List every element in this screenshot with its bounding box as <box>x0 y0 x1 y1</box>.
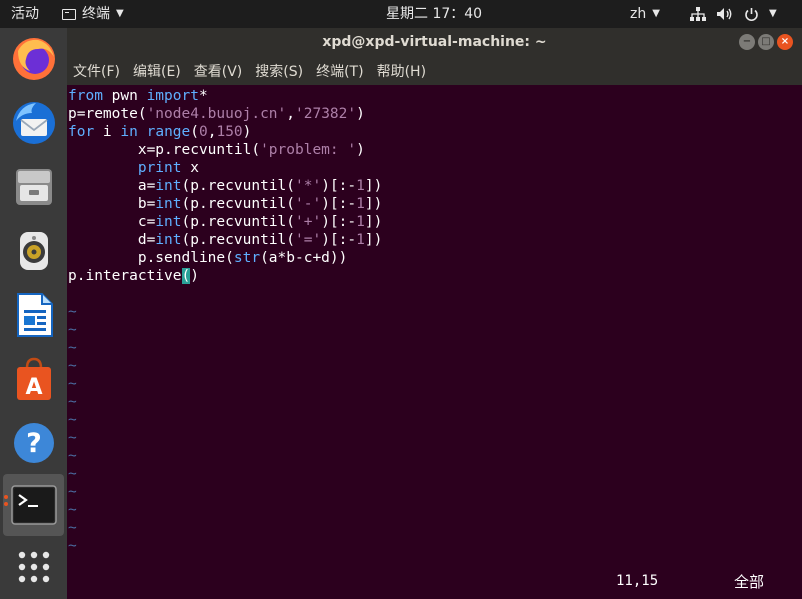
system-tray[interactable]: ▼ <box>690 0 777 28</box>
files-icon <box>15 169 52 205</box>
chevron-down-icon: ▼ <box>769 8 777 19</box>
dock-show-apps[interactable] <box>3 536 64 598</box>
empty-line-marker: ~ <box>68 466 77 482</box>
firefox-icon <box>12 38 55 80</box>
dock-rhythmbox[interactable] <box>3 220 64 282</box>
code-line[interactable]: c=int(p.recvuntil('+')[:-1]) <box>68 213 383 231</box>
svg-text:?: ? <box>26 428 42 459</box>
minimize-button[interactable]: − <box>739 34 755 50</box>
scroll-indicator: 全部 <box>734 573 765 591</box>
running-indicator <box>4 495 8 499</box>
empty-line-marker: ~ <box>68 520 77 536</box>
dock-writer[interactable] <box>3 284 64 346</box>
svg-text:A: A <box>25 375 42 400</box>
menu-edit[interactable]: 编辑(E) <box>133 61 181 81</box>
chevron-down-icon: ▼ <box>116 8 124 19</box>
menu-terminal[interactable]: 终端(T) <box>316 61 363 81</box>
dock-thunderbird[interactable] <box>3 92 64 154</box>
empty-line-marker: ~ <box>68 448 77 464</box>
empty-line-marker: ~ <box>68 322 77 338</box>
code-line[interactable]: for i in range(0,150) <box>68 123 251 141</box>
maximize-button[interactable]: □ <box>758 34 774 50</box>
menu-file[interactable]: 文件(F) <box>73 61 120 81</box>
empty-line-marker: ~ <box>68 484 77 500</box>
volume-icon <box>717 8 732 20</box>
dock-firefox[interactable] <box>3 28 64 90</box>
apps-grid-icon <box>18 551 49 583</box>
menu-bar: 文件(F) 编辑(E) 查看(V) 搜索(S) 终端(T) 帮助(H) <box>67 56 802 85</box>
empty-line-marker: ~ <box>68 394 77 410</box>
network-icon <box>690 7 706 21</box>
code-line[interactable]: d=int(p.recvuntil('=')[:-1]) <box>68 231 383 249</box>
empty-line-marker: ~ <box>68 376 77 392</box>
empty-line-marker: ~ <box>68 430 77 446</box>
cursor-position: 11,15 <box>616 573 659 589</box>
dock-software[interactable]: A <box>3 348 64 410</box>
code-line[interactable]: a=int(p.recvuntil('*')[:-1]) <box>68 177 383 195</box>
empty-line-marker: ~ <box>68 340 77 356</box>
dock-files[interactable] <box>3 156 64 218</box>
empty-line-marker: ~ <box>68 358 77 374</box>
menu-help[interactable]: 帮助(H) <box>377 61 426 81</box>
top-bar: 活动 终端 ▼ 星期二 17：40 zh ▼ ▼ <box>0 0 802 28</box>
app-menu[interactable]: 终端 ▼ <box>62 0 124 28</box>
input-method-menu[interactable]: zh ▼ <box>630 0 660 28</box>
terminal-icon <box>10 485 57 525</box>
menu-view[interactable]: 查看(V) <box>194 61 243 81</box>
empty-line-marker: ~ <box>68 412 77 428</box>
clock[interactable]: 星期二 17：40 <box>386 0 482 28</box>
help-icon: ? <box>13 423 54 463</box>
maximize-icon: □ <box>761 36 771 47</box>
code-line[interactable]: from pwn import* <box>68 87 208 105</box>
cursor: ( <box>181 268 191 284</box>
vim-editor[interactable]: from pwn import* p=remote('node4.buuoj.cn… <box>67 85 802 599</box>
code-line[interactable]: p.interactive() <box>68 267 199 285</box>
app-menu-label: 终端 <box>82 6 110 22</box>
close-button[interactable]: × <box>777 34 793 50</box>
empty-line-marker: ~ <box>68 538 77 554</box>
code-line[interactable]: p=remote('node4.buuoj.cn','27382') <box>68 105 365 123</box>
terminal-small-icon <box>62 8 76 20</box>
rhythmbox-icon <box>19 232 48 270</box>
code-line[interactable]: x=p.recvuntil('problem: ') <box>68 141 365 159</box>
activities-button[interactable]: 活动 <box>11 0 39 28</box>
code-line[interactable]: print x <box>68 159 199 177</box>
input-method-label: zh <box>630 6 647 22</box>
thunderbird-icon <box>12 102 55 144</box>
empty-line-marker: ~ <box>68 304 77 320</box>
window-title: xpd@xpd-virtual-machine: ~ <box>322 34 547 50</box>
dock-terminal[interactable] <box>3 474 64 536</box>
writer-icon <box>16 293 53 337</box>
menu-search[interactable]: 搜索(S) <box>255 61 303 81</box>
dock-help[interactable]: ? <box>3 412 64 474</box>
dock: A ? <box>0 28 67 599</box>
empty-line-marker: ~ <box>68 502 77 518</box>
close-icon: × <box>780 36 790 47</box>
chevron-down-icon: ▼ <box>652 8 660 19</box>
code-line[interactable]: b=int(p.recvuntil('-')[:-1]) <box>68 195 383 213</box>
minimize-icon: − <box>742 36 752 47</box>
code-line[interactable]: p.sendline(str(a*b-c+d)) <box>68 249 348 267</box>
software-center-icon: A <box>16 357 51 400</box>
window-titlebar[interactable]: xpd@xpd-virtual-machine: ~ − □ × <box>67 28 802 56</box>
running-indicator <box>4 502 8 506</box>
power-icon <box>745 7 758 21</box>
